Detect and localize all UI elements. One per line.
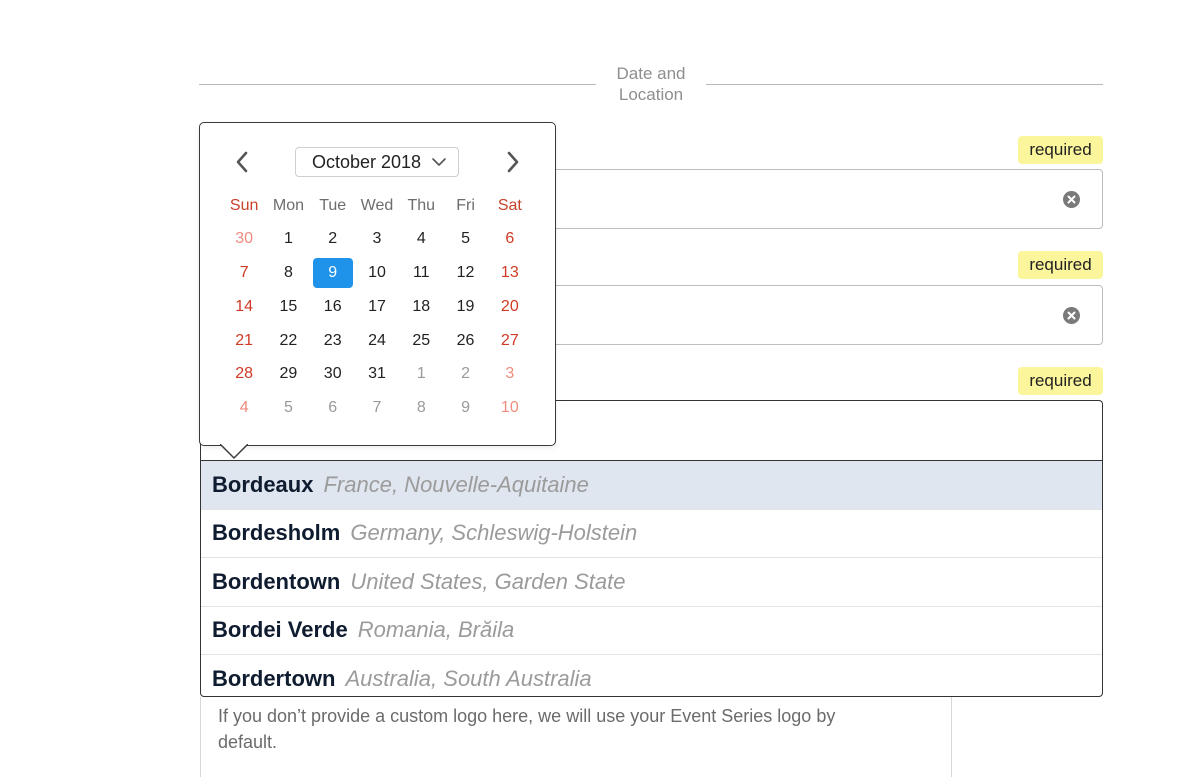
calendar-day[interactable]: 18 [399,292,443,322]
weekday-label: Tue [319,197,347,214]
calendar-day[interactable]: 24 [355,326,399,356]
calendar-day[interactable]: 20 [488,292,532,322]
autocomplete-option[interactable]: Bordentown United States, Garden State [201,558,1102,607]
month-select[interactable]: October 2018 [295,147,459,177]
calendar-day[interactable]: 31 [355,359,399,389]
divider-line-left [199,84,596,85]
calendar-day[interactable]: 14 [222,292,266,322]
weekday-header: Sun Mon Tue Wed Thu Fri Sat [222,197,532,215]
weekday-label: Thu [407,197,436,214]
autocomplete-option[interactable]: Bordei Verde Romania, Brăila [201,607,1102,655]
option-region: Germany, Schleswig-Holstein [350,520,638,546]
calendar-day[interactable]: 1 [266,224,310,254]
option-city: Bordesholm [212,520,341,546]
weekday-label: Fri [456,197,475,214]
calendar-day[interactable]: 27 [488,326,532,356]
weekday-label: Sun [229,197,259,214]
date-picker-popover: October 2018 Sun Mon Tue Wed Thu Fri Sat… [199,122,556,446]
calendar-day[interactable]: 30 [311,359,355,389]
option-city: Bordeaux [212,471,314,497]
calendar-day[interactable]: 5 [266,393,310,423]
popover-pointer [220,444,248,460]
section-title: Date and Location [598,63,704,105]
calendar-week: 21 22 23 24 25 26 27 [222,326,532,356]
calendar-week: 4 5 6 7 8 9 10 [222,393,532,423]
calendar-day[interactable]: 11 [399,258,443,288]
month-select-label: October 2018 [312,152,422,172]
weekday-label: Sat [497,197,522,214]
calendar-day[interactable]: 12 [443,258,487,288]
next-month-icon[interactable] [502,149,524,175]
option-region: Australia, South Australia [345,666,592,692]
section-title-line-2: Location [618,85,684,104]
clear-icon[interactable] [1063,307,1080,324]
calendar-day[interactable]: 25 [399,326,443,356]
calendar-week: 7 8 9 10 11 12 13 [222,258,532,288]
calendar-day[interactable]: 19 [443,292,487,322]
calendar-day[interactable]: 13 [488,258,532,288]
start-date-required-badge: required [1018,136,1103,164]
calendar-day[interactable]: 3 [355,224,399,254]
calendar-day[interactable]: 10 [355,258,399,288]
option-city: Bordei Verde [212,617,348,643]
calendar-day[interactable]: 26 [443,326,487,356]
calendar-day[interactable]: 23 [311,326,355,356]
divider-line-right [706,84,1103,85]
calendar-day[interactable]: 6 [488,224,532,254]
calendar-day[interactable]: 4 [399,224,443,254]
calendar-week: 28 29 30 31 1 2 3 [222,359,532,389]
clear-icon[interactable] [1063,191,1080,208]
section-title-line-1: Date and [616,64,686,83]
calendar-day[interactable]: 1 [399,359,443,389]
option-region: United States, Garden State [350,568,626,594]
calendar-day[interactable]: 5 [443,224,487,254]
calendar-day[interactable]: 3 [488,359,532,389]
option-region: Romania, Brăila [357,617,515,643]
location-required-badge: required [1018,367,1103,395]
calendar-day[interactable]: 21 [222,326,266,356]
calendar-day[interactable]: 2 [443,359,487,389]
calendar-week: 14 15 16 17 18 19 20 [222,292,532,322]
calendar-day[interactable]: 30 [222,224,266,254]
calendar-day[interactable]: 16 [311,292,355,322]
option-region: France, Nouvelle-Aquitaine [323,471,589,497]
calendar-day[interactable]: 22 [266,326,310,356]
autocomplete-option[interactable]: Bordeaux France, Nouvelle-Aquitaine [201,461,1102,510]
calendar-day[interactable]: 6 [311,393,355,423]
calendar-day[interactable]: 15 [266,292,310,322]
end-date-required-badge: required [1018,251,1103,279]
autocomplete-option[interactable]: Bordesholm Germany, Schleswig-Holstein [201,510,1102,558]
calendar-day[interactable]: 29 [266,359,310,389]
weekday-label: Wed [360,197,394,214]
calendar-day[interactable]: 28 [222,359,266,389]
calendar-day[interactable]: 8 [399,393,443,423]
chevron-down-icon [432,158,446,166]
calendar-day[interactable]: 7 [355,393,399,423]
calendar-day-selected[interactable]: 9 [312,258,353,288]
weekday-label: Mon [272,197,304,214]
calendar-day[interactable]: 17 [355,292,399,322]
prev-month-icon[interactable] [231,149,253,175]
autocomplete-option[interactable]: Bordertown Australia, South Australia [201,655,1102,696]
option-city: Bordentown [212,568,341,594]
calendar-day[interactable]: 2 [311,224,355,254]
logo-help-text: If you don’t provide a custom logo here,… [218,706,836,752]
calendar-day[interactable]: 7 [222,258,266,288]
calendar-day[interactable]: 10 [488,393,532,423]
calendar-day[interactable]: 4 [222,393,266,423]
calendar-week: 30 1 2 3 4 5 6 [222,224,532,254]
calendar-day[interactable]: 9 [443,393,487,423]
calendar-day[interactable]: 8 [266,258,310,288]
location-autocomplete-list: Bordeaux France, Nouvelle-Aquitaine Bord… [200,460,1103,697]
option-city: Bordertown [212,666,336,692]
